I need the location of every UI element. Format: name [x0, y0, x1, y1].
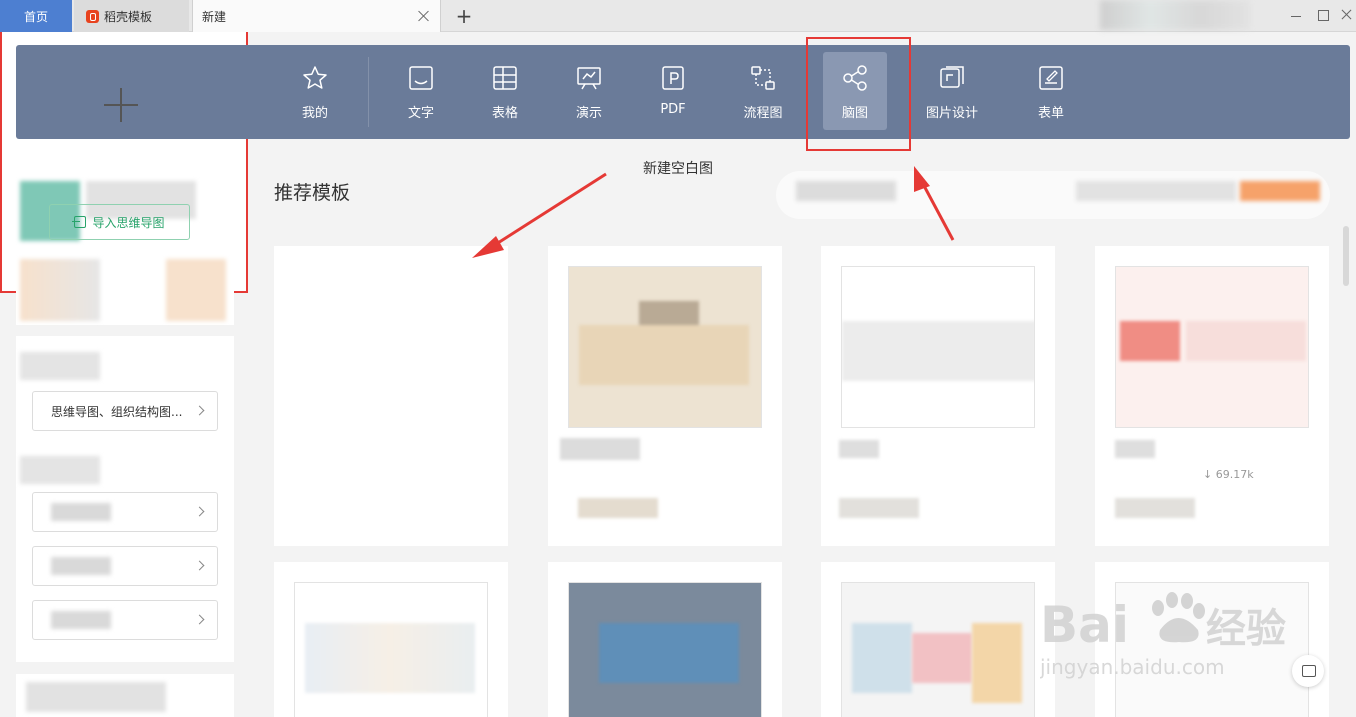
chat-feedback-icon[interactable]	[1292, 655, 1324, 687]
watermark-brand: Bai	[1040, 596, 1129, 654]
svg-text:经验: 经验	[1206, 606, 1286, 652]
watermark-url: jingyan.baidu.com	[1040, 655, 1225, 679]
